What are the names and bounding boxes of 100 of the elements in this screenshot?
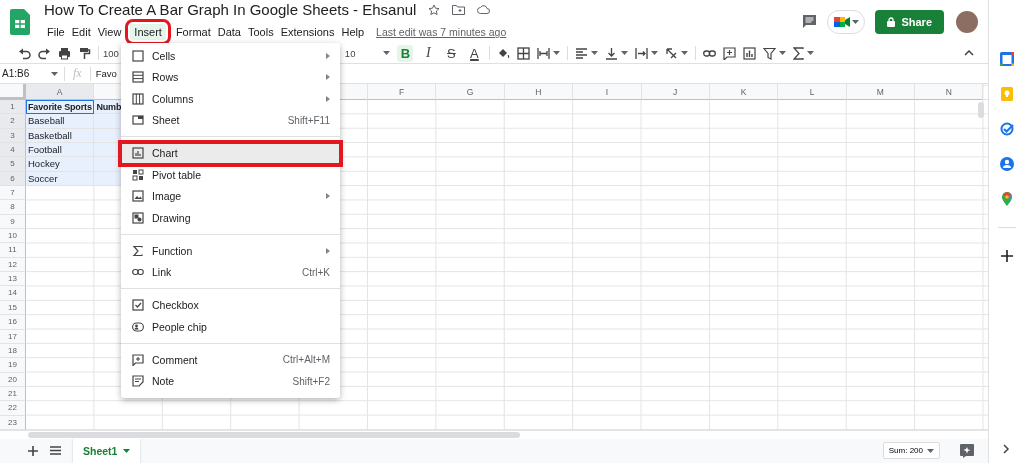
row-header[interactable]: 4 — [0, 143, 26, 158]
scrollbar-thumb[interactable] — [978, 102, 984, 118]
column-header[interactable]: A — [26, 84, 95, 100]
row-header[interactable]: 13 — [0, 272, 26, 287]
menu-item[interactable]: Sheet Shift+F11 — [121, 109, 340, 131]
star-icon[interactable] — [428, 3, 441, 16]
table-cell[interactable]: Football — [26, 143, 95, 158]
task-check-icon[interactable] — [999, 122, 1014, 136]
bold-button[interactable]: B — [397, 44, 414, 62]
row-header[interactable]: 1 — [0, 100, 26, 115]
caret-icon[interactable] — [553, 51, 561, 55]
menu-item[interactable]: Chart — [121, 142, 340, 164]
menu-item[interactable]: Drawing — [121, 207, 340, 229]
avatar[interactable] — [956, 10, 978, 33]
menu-item[interactable]: Data — [214, 24, 244, 40]
sum-dropdown[interactable]: Sum: 200 — [882, 442, 940, 459]
caret-icon[interactable] — [807, 51, 815, 55]
folder-icon[interactable] — [452, 4, 466, 15]
caret-icon[interactable] — [591, 51, 599, 55]
add-comment-icon[interactable] — [723, 46, 737, 60]
column-header[interactable]: J — [641, 84, 710, 100]
menu-item[interactable]: Comment Ctrl+Alt+M — [121, 349, 340, 371]
text-rotation-icon[interactable] — [665, 46, 679, 60]
column-header[interactable]: M — [846, 84, 916, 100]
text-color-button[interactable]: A — [466, 44, 483, 62]
print-icon[interactable] — [58, 46, 71, 60]
menu-item[interactable]: Format — [172, 24, 214, 40]
sheets-logo-icon[interactable] — [10, 8, 30, 35]
explore-icon[interactable] — [960, 443, 974, 458]
caret-icon[interactable] — [621, 51, 629, 55]
merge-cells-icon[interactable] — [537, 46, 551, 60]
align-left-icon[interactable] — [575, 46, 589, 60]
undo-icon[interactable] — [18, 46, 31, 60]
sheet-tab[interactable]: Sheet1 — [73, 438, 141, 463]
menu-item[interactable]: Image — [121, 185, 340, 207]
menu-item[interactable]: View — [94, 24, 125, 40]
sigma-icon[interactable] — [793, 46, 805, 60]
menu-item[interactable]: Extensions — [277, 24, 338, 40]
column-header[interactable]: L — [778, 84, 847, 100]
all-sheets-icon[interactable] — [50, 446, 61, 455]
map-pin-icon[interactable] — [999, 192, 1014, 206]
row-header[interactable]: 2 — [0, 114, 26, 129]
strikethrough-button[interactable]: S — [443, 44, 460, 62]
formula-input[interactable]: Favo — [95, 68, 117, 79]
menu-item[interactable]: Function — [121, 240, 340, 262]
filter-icon[interactable] — [763, 46, 777, 60]
redo-icon[interactable] — [38, 46, 51, 60]
menu-item[interactable]: Link Ctrl+K — [121, 261, 340, 283]
caret-icon[interactable] — [383, 51, 391, 55]
column-header[interactable]: H — [504, 84, 574, 100]
meet-button[interactable] — [827, 9, 866, 34]
caret-icon[interactable] — [681, 51, 689, 55]
row-header[interactable]: 7 — [0, 186, 26, 201]
menu-item[interactable]: Pivot table — [121, 164, 340, 186]
column-header[interactable]: N — [915, 84, 984, 100]
row-header[interactable]: 14 — [0, 286, 26, 301]
row-header[interactable]: 19 — [0, 358, 26, 373]
vertical-align-icon[interactable] — [605, 46, 619, 60]
caret-icon[interactable] — [851, 19, 859, 24]
column-header[interactable]: F — [367, 84, 437, 100]
document-title[interactable]: How To Create A Bar Graph In Google Sheets - Ehsanul — [44, 1, 417, 18]
caret-icon[interactable] — [779, 51, 787, 55]
menu-item[interactable]: Edit — [68, 24, 94, 40]
contact-icon[interactable] — [999, 157, 1014, 171]
table-cell[interactable]: Favorite Sports — [26, 100, 95, 115]
row-header[interactable]: 5 — [0, 157, 26, 172]
plus-icon[interactable] — [999, 249, 1014, 263]
menu-item[interactable]: Columns — [121, 88, 340, 110]
column-header[interactable]: K — [709, 84, 779, 100]
caret-icon[interactable] — [123, 448, 131, 453]
menu-item[interactable]: File — [44, 24, 68, 40]
row-header[interactable]: 10 — [0, 229, 26, 244]
expand-icon[interactable] — [1003, 444, 1010, 454]
menu-item[interactable]: Cells — [121, 45, 340, 67]
row-header[interactable]: 11 — [0, 243, 26, 258]
column-header[interactable]: G — [436, 84, 505, 100]
collapse-icon[interactable] — [964, 50, 974, 56]
fill-color-icon[interactable] — [497, 46, 511, 60]
paint-format-icon[interactable] — [78, 46, 91, 60]
calendar-icon[interactable] — [999, 52, 1014, 66]
menu-item[interactable]: Rows — [121, 66, 340, 88]
comment-icon[interactable] — [802, 14, 818, 29]
scrollbar-thumb[interactable] — [28, 431, 520, 438]
cloud-icon[interactable] — [477, 5, 491, 14]
column-header[interactable]: I — [573, 84, 642, 100]
menu-item[interactable]: Note Shift+F2 — [121, 370, 340, 392]
caret-icon[interactable] — [927, 448, 934, 453]
zoom-value[interactable]: 100 — [103, 47, 119, 59]
borders-icon[interactable] — [517, 46, 531, 60]
font-size-value[interactable]: 10 — [344, 47, 356, 59]
table-cell[interactable]: Hockey — [26, 157, 95, 172]
last-edit-link[interactable]: Last edit was 7 minutes ago — [376, 26, 507, 38]
menu-item[interactable]: People chip — [121, 316, 340, 338]
share-button[interactable]: Share — [875, 9, 944, 34]
text-wrap-icon[interactable] — [635, 46, 649, 60]
italic-button[interactable]: I — [420, 44, 437, 62]
menu-item[interactable]: Checkbox — [121, 294, 340, 316]
menu-item[interactable]: Help — [338, 24, 368, 40]
table-cell[interactable]: Baseball — [26, 114, 95, 129]
caret-icon[interactable] — [51, 71, 58, 76]
